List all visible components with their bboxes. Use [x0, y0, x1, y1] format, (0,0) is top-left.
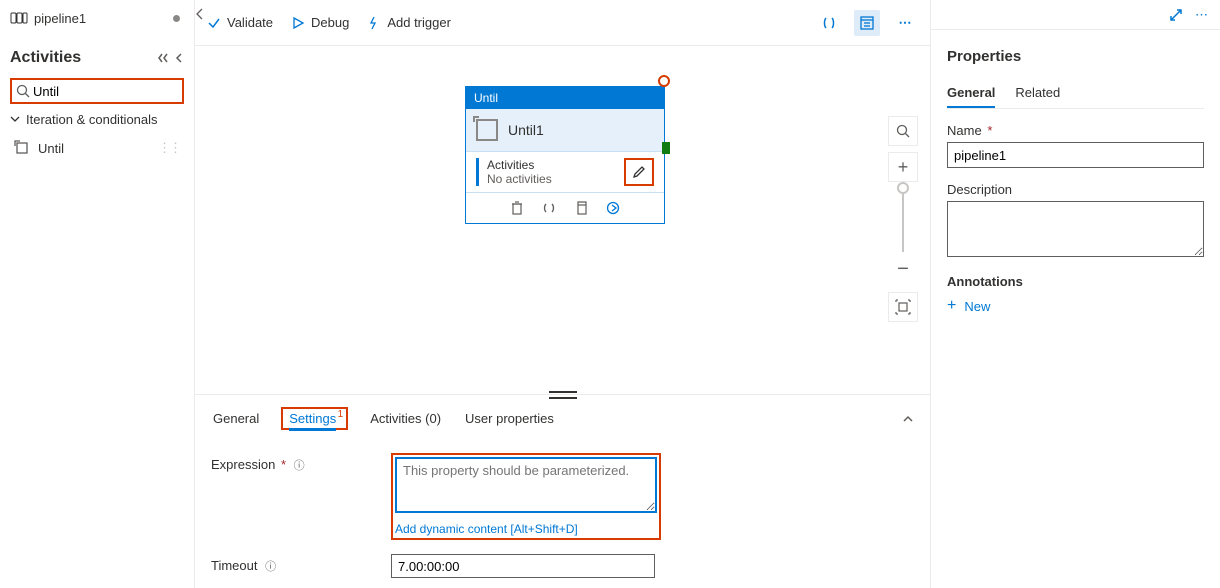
tab-user-properties[interactable]: User properties: [463, 403, 556, 434]
add-trigger-button[interactable]: Add trigger: [367, 15, 451, 30]
activities-heading: Activities: [10, 49, 81, 67]
zoom-out-button[interactable]: −: [892, 258, 914, 280]
validate-button[interactable]: Validate: [207, 15, 273, 30]
add-dynamic-content-link[interactable]: Add dynamic content [Alt+Shift+D]: [395, 522, 657, 536]
until-activity-node[interactable]: Until Until1 Activities No activities: [465, 86, 665, 224]
expand-node-button[interactable]: [604, 199, 622, 217]
add-annotation-button[interactable]: + New: [947, 297, 1204, 315]
pipeline-tab-label: pipeline1: [34, 11, 86, 26]
tab-settings-badge: 1: [338, 409, 344, 420]
name-field-label: Name: [947, 123, 982, 138]
edit-activities-button[interactable]: [624, 158, 654, 186]
description-field-label: Description: [947, 182, 1204, 197]
required-asterisk: *: [987, 123, 992, 138]
timeout-label: Timeout: [211, 558, 257, 573]
activity-item-label: Until: [38, 141, 64, 156]
expression-input[interactable]: [395, 457, 657, 513]
tab-general[interactable]: General: [211, 403, 261, 434]
annotations-heading: Annotations: [947, 274, 1204, 289]
info-icon[interactable]: ⓘ: [294, 460, 305, 472]
check-icon: [207, 16, 221, 30]
code-view-button[interactable]: [816, 10, 842, 36]
pipeline-canvas[interactable]: Until Until1 Activities No activities: [195, 46, 930, 394]
validation-error-icon: [658, 75, 670, 87]
collapse-all-button[interactable]: [158, 51, 184, 65]
required-asterisk: *: [281, 457, 286, 472]
properties-toggle-button[interactable]: [854, 10, 880, 36]
activities-search[interactable]: [10, 78, 184, 104]
debug-button[interactable]: Debug: [291, 15, 349, 30]
props-tab-general[interactable]: General: [947, 79, 995, 108]
info-icon[interactable]: ⓘ: [265, 561, 276, 573]
pipeline-tab[interactable]: pipeline1: [10, 2, 184, 34]
add-annotation-label: New: [964, 299, 990, 314]
panel-resize-handle[interactable]: [549, 391, 577, 395]
zoom-to-fit-button[interactable]: [888, 292, 918, 322]
activities-search-input[interactable]: [30, 84, 178, 99]
copy-node-button[interactable]: [572, 199, 590, 217]
expression-label: Expression: [211, 457, 275, 472]
unsaved-dot-icon: [173, 15, 180, 22]
tab-settings-label: Settings: [289, 409, 336, 431]
success-output-port[interactable]: [662, 142, 670, 154]
plus-icon: +: [947, 297, 956, 315]
node-title: Until1: [508, 122, 544, 138]
tab-activities[interactable]: Activities (0): [368, 403, 443, 434]
zoom-slider-thumb[interactable]: [897, 182, 909, 194]
add-trigger-label: Add trigger: [387, 15, 451, 30]
props-tab-related[interactable]: Related: [1015, 79, 1060, 108]
activity-group-header[interactable]: Iteration & conditionals: [10, 104, 184, 134]
zoom-slider[interactable]: [902, 188, 904, 252]
activity-group-label: Iteration & conditionals: [26, 112, 158, 127]
search-icon: [16, 84, 30, 98]
section-accent-bar: [476, 158, 479, 186]
expression-field-highlight: Add dynamic content [Alt+Shift+D]: [391, 453, 661, 540]
description-input[interactable]: [947, 201, 1204, 257]
chevron-down-icon: [10, 114, 20, 124]
debug-label: Debug: [311, 15, 349, 30]
more-props-button[interactable]: ⋯: [1195, 7, 1208, 23]
timeout-input[interactable]: [391, 554, 655, 578]
activity-item-until[interactable]: Until ⋮⋮: [10, 134, 184, 162]
until-node-icon: [476, 119, 498, 141]
trigger-icon: [367, 16, 381, 30]
play-icon: [291, 16, 305, 30]
name-input[interactable]: [947, 142, 1204, 168]
until-icon: [14, 140, 30, 156]
panel-collapse-button[interactable]: [902, 413, 914, 425]
drag-grip-icon: ⋮⋮: [158, 140, 180, 156]
tab-settings[interactable]: Settings 1: [281, 407, 348, 430]
delete-node-button[interactable]: [508, 199, 526, 217]
pipeline-icon: [10, 9, 28, 27]
validate-label: Validate: [227, 15, 273, 30]
more-menu-button[interactable]: ⋯: [892, 10, 918, 36]
zoom-in-button[interactable]: +: [888, 152, 918, 182]
node-code-button[interactable]: [540, 199, 558, 217]
expand-panel-button[interactable]: [1169, 8, 1183, 22]
node-section-title: Activities: [487, 158, 616, 172]
properties-heading: Properties: [947, 48, 1204, 65]
node-type-label: Until: [466, 87, 664, 109]
node-section-subtitle: No activities: [487, 172, 616, 186]
canvas-search-button[interactable]: [888, 116, 918, 146]
